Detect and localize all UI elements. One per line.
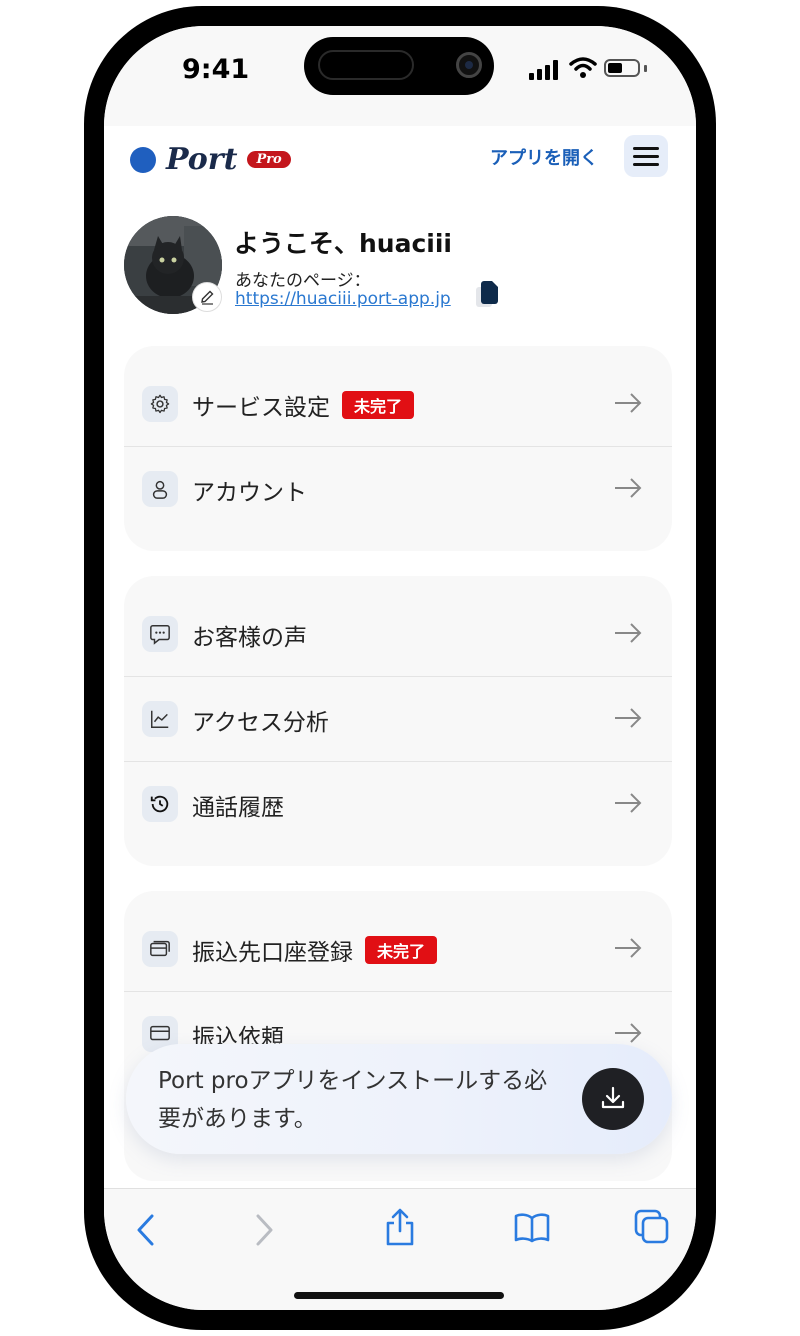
history-icon [150,795,169,813]
incomplete-badge: 未完了 [365,936,438,964]
screen: 9:41 Port Pro アプリを開く ようこそ、huaciii あなたのペー… [104,26,696,1310]
site-header: Port Pro アプリを開く [104,126,696,196]
arrow-right-icon [615,938,642,958]
copy-icon[interactable] [476,281,502,309]
settings-card: サービス設定 未完了 アカウント [124,346,672,551]
line-chart-icon [151,710,169,728]
row-label: 振込先口座登録 [192,940,353,966]
row-label: アクセス分析 [192,710,329,736]
cellular-signal-icon [529,60,558,80]
your-page-label: あなたのページ： [235,271,371,291]
menu-row-service-settings[interactable]: サービス設定 未完了 [124,362,672,446]
menu-row-account[interactable]: アカウント [124,446,672,531]
island-pill [318,50,414,80]
row-label: サービス設定 [192,395,330,421]
forward-icon[interactable] [252,1213,276,1247]
welcome-heading: ようこそ、huaciii [234,229,452,258]
port-logo[interactable]: Port Pro [130,142,291,177]
hamburger-icon [633,147,659,150]
status-time: 9:41 [182,54,250,85]
bookmarks-icon[interactable] [514,1213,550,1243]
menu-row-call-history[interactable]: 通話履歴 [124,761,672,846]
chat-bubble-icon [150,625,170,645]
bank-card-icon [150,940,170,957]
menu-button[interactable] [624,135,668,177]
incomplete-badge: 未完了 [342,391,415,419]
arrow-right-icon [615,623,642,643]
arrow-right-icon [615,1023,642,1043]
gear-icon [150,394,170,414]
analytics-card: お客様の声 アクセス分析 通話履歴 [124,576,672,866]
home-indicator [294,1292,504,1299]
status-bar: 9:41 [104,26,696,126]
open-app-link[interactable]: アプリを開く [490,144,598,170]
logo-text: Port [166,142,238,177]
install-banner-text: Port proアプリをインストールする必要があります。 [158,1068,548,1132]
edit-avatar-icon[interactable] [192,282,222,312]
arrow-right-icon [615,478,642,498]
menu-row-customer-voice[interactable]: お客様の声 [124,592,672,676]
back-icon[interactable] [134,1213,158,1247]
tabs-icon[interactable] [634,1209,670,1245]
battery-icon [604,59,640,77]
menu-row-bank-account[interactable]: 振込先口座登録 未完了 [124,907,672,991]
arrow-right-icon [615,793,642,813]
menu-row-access-analytics[interactable]: アクセス分析 [124,676,672,761]
camera-icon [456,52,482,78]
share-icon[interactable] [384,1207,416,1247]
download-icon [601,1086,625,1109]
install-download-button[interactable] [582,1068,644,1130]
wifi-icon [569,57,597,78]
row-label: お客様の声 [192,625,307,651]
dynamic-island [304,37,494,95]
page-url-link[interactable]: https://huaciii.port-app.jp [235,289,451,309]
row-label: 通話履歴 [192,795,284,821]
row-label: アカウント [192,480,307,506]
person-icon [152,480,168,499]
arrow-right-icon [615,708,642,728]
arrow-right-icon [615,393,642,413]
logo-dot-icon [130,146,156,173]
pro-badge: Pro [247,151,291,168]
transfer-request-icon [150,1025,170,1041]
install-app-banner[interactable]: Port proアプリをインストールする必要があります。 [126,1044,672,1154]
